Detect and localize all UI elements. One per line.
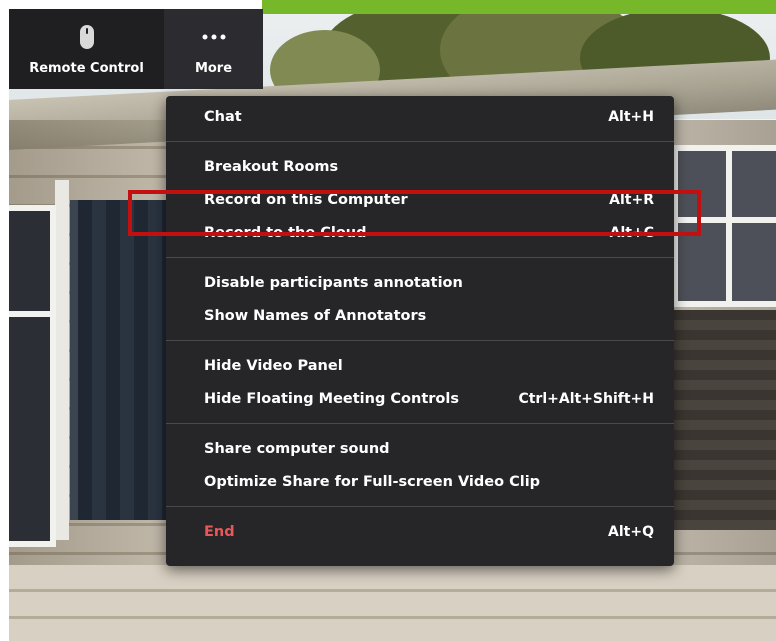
- background-window-left: [8, 205, 56, 547]
- background-window-right: [672, 145, 776, 307]
- menu-item-shortcut: Alt+H: [608, 108, 654, 125]
- menu-item-shortcut: Alt+Q: [608, 523, 654, 540]
- menu-item-label: Share computer sound: [204, 440, 390, 457]
- menu-item-shortcut: Alt+R: [609, 191, 654, 208]
- more-menu: Chat Alt+H Breakout Rooms Record on this…: [166, 96, 674, 566]
- menu-divider: [166, 257, 674, 258]
- menu-item-label: Optimize Share for Full-screen Video Cli…: [204, 473, 541, 490]
- menu-item-label: Record on this Computer: [204, 191, 408, 208]
- remote-control-button[interactable]: Remote Control: [9, 9, 164, 89]
- menu-divider: [166, 506, 674, 507]
- remote-control-label: Remote Control: [29, 61, 144, 76]
- background-shutter-left: [70, 200, 173, 520]
- screen: Remote Control More Chat Alt+H Breakout …: [0, 0, 776, 641]
- menu-item-record-to-the-cloud[interactable]: Record to the Cloud Alt+C: [166, 216, 674, 249]
- menu-divider: [166, 423, 674, 424]
- mouse-icon: [79, 19, 95, 55]
- menu-item-label: Disable participants annotation: [204, 274, 463, 291]
- menu-item-chat[interactable]: Chat Alt+H: [166, 100, 674, 133]
- menu-item-record-on-this-computer[interactable]: Record on this Computer Alt+R: [166, 183, 674, 216]
- menu-item-label: Chat: [204, 108, 242, 125]
- menu-item-show-names-of-annotators[interactable]: Show Names of Annotators: [166, 299, 674, 332]
- background-trim: [55, 180, 69, 540]
- menu-item-disable-participants-annotation[interactable]: Disable participants annotation: [166, 266, 674, 299]
- border-left: [0, 0, 9, 641]
- menu-item-share-computer-sound[interactable]: Share computer sound: [166, 432, 674, 465]
- more-label: More: [194, 61, 233, 76]
- ellipsis-icon: [202, 19, 226, 55]
- background-shutter-right: [672, 310, 776, 530]
- menu-item-shortcut: Alt+C: [609, 224, 654, 241]
- menu-item-breakout-rooms[interactable]: Breakout Rooms: [166, 150, 674, 183]
- menu-item-label: Breakout Rooms: [204, 158, 339, 175]
- menu-item-label: Hide Video Panel: [204, 357, 343, 374]
- menu-item-optimize-share-for-video-clip[interactable]: Optimize Share for Full-screen Video Cli…: [166, 465, 674, 498]
- menu-divider: [166, 141, 674, 142]
- menu-item-label: Record to the Cloud: [204, 224, 367, 241]
- menu-item-label: Hide Floating Meeting Controls: [204, 390, 459, 407]
- meeting-toolbar: Remote Control More: [9, 9, 263, 89]
- more-button[interactable]: More: [164, 9, 263, 89]
- shared-screen-indicator-bar: [262, 0, 776, 14]
- menu-divider: [166, 340, 674, 341]
- menu-item-end[interactable]: End Alt+Q: [166, 515, 674, 548]
- menu-item-hide-video-panel[interactable]: Hide Video Panel: [166, 349, 674, 382]
- background-lower-siding: [0, 565, 776, 641]
- menu-item-hide-floating-meeting-controls[interactable]: Hide Floating Meeting Controls Ctrl+Alt+…: [166, 382, 674, 415]
- menu-item-label: End: [204, 523, 235, 540]
- menu-item-label: Show Names of Annotators: [204, 307, 427, 324]
- menu-item-shortcut: Ctrl+Alt+Shift+H: [518, 390, 654, 407]
